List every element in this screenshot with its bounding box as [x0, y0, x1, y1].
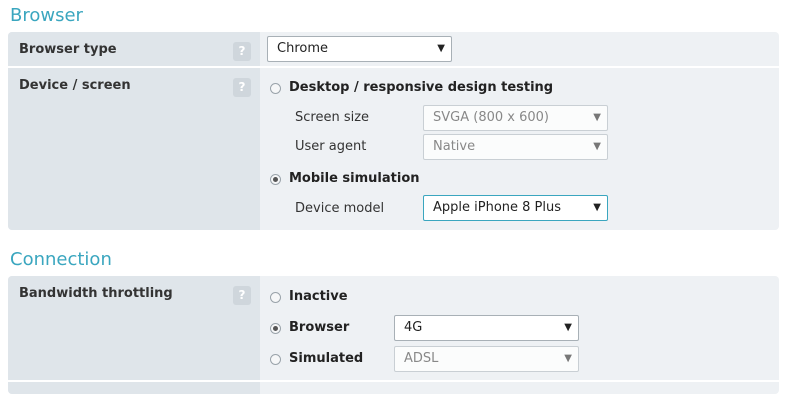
- inactive-radio[interactable]: [270, 292, 281, 303]
- connection-settings-panel: Bandwidth throttling ? Inactive Browser …: [8, 276, 779, 394]
- browser-throttling-select[interactable]: 4G ▼: [394, 315, 579, 341]
- browser-section-title: Browser: [10, 5, 83, 26]
- chevron-down-icon: ▼: [593, 112, 601, 123]
- device-screen-help-icon[interactable]: ?: [233, 78, 251, 97]
- bandwidth-row: Bandwidth throttling ? Inactive Browser …: [8, 276, 779, 380]
- simulated-throttling-value: ADSL: [404, 351, 439, 366]
- user-agent-label: User agent: [295, 139, 367, 154]
- screen-size-select[interactable]: SVGA (800 x 600) ▼: [423, 105, 608, 131]
- browser-type-label: Browser type: [19, 42, 117, 57]
- row-divider: [8, 380, 779, 382]
- device-model-value: Apple iPhone 8 Plus: [433, 200, 562, 215]
- browser-throttling-radio[interactable]: [270, 323, 281, 334]
- simulated-radio[interactable]: [270, 354, 281, 365]
- user-agent-value: Native: [433, 139, 476, 154]
- browser-type-row: Browser type ? Chrome ▼: [8, 32, 779, 66]
- user-agent-select[interactable]: Native ▼: [423, 134, 608, 160]
- chevron-down-icon: ▼: [564, 322, 572, 333]
- browser-type-help-icon[interactable]: ?: [233, 42, 251, 61]
- browser-type-value: Chrome: [277, 41, 328, 56]
- desktop-option-label[interactable]: Desktop / responsive design testing: [289, 80, 553, 95]
- screen-size-value: SVGA (800 x 600): [433, 110, 549, 125]
- chevron-down-icon: ▼: [593, 141, 601, 152]
- bandwidth-help-icon[interactable]: ?: [233, 286, 251, 305]
- device-screen-row: Device / screen ? Desktop / responsive d…: [8, 68, 779, 230]
- mobile-radio[interactable]: [270, 174, 281, 185]
- browser-settings-panel: Browser type ? Chrome ▼ Device / screen …: [8, 32, 779, 230]
- chevron-down-icon: ▼: [564, 353, 572, 364]
- inactive-option-label[interactable]: Inactive: [289, 289, 348, 304]
- chevron-down-icon: ▼: [437, 43, 445, 54]
- chevron-down-icon: ▼: [593, 202, 601, 213]
- desktop-radio[interactable]: [270, 83, 281, 94]
- browser-option-label[interactable]: Browser: [289, 320, 349, 335]
- device-screen-label: Device / screen: [19, 78, 131, 93]
- device-model-select[interactable]: Apple iPhone 8 Plus ▼: [423, 195, 608, 221]
- simulated-option-label[interactable]: Simulated: [289, 351, 363, 366]
- screen-size-label: Screen size: [295, 110, 370, 125]
- simulated-throttling-select[interactable]: ADSL ▼: [394, 346, 579, 372]
- device-model-label: Device model: [295, 201, 385, 216]
- mobile-option-label[interactable]: Mobile simulation: [289, 171, 420, 186]
- connection-section-title: Connection: [10, 249, 112, 270]
- browser-type-select[interactable]: Chrome ▼: [267, 36, 452, 62]
- browser-throttling-value: 4G: [404, 320, 423, 335]
- bandwidth-label: Bandwidth throttling: [19, 286, 173, 301]
